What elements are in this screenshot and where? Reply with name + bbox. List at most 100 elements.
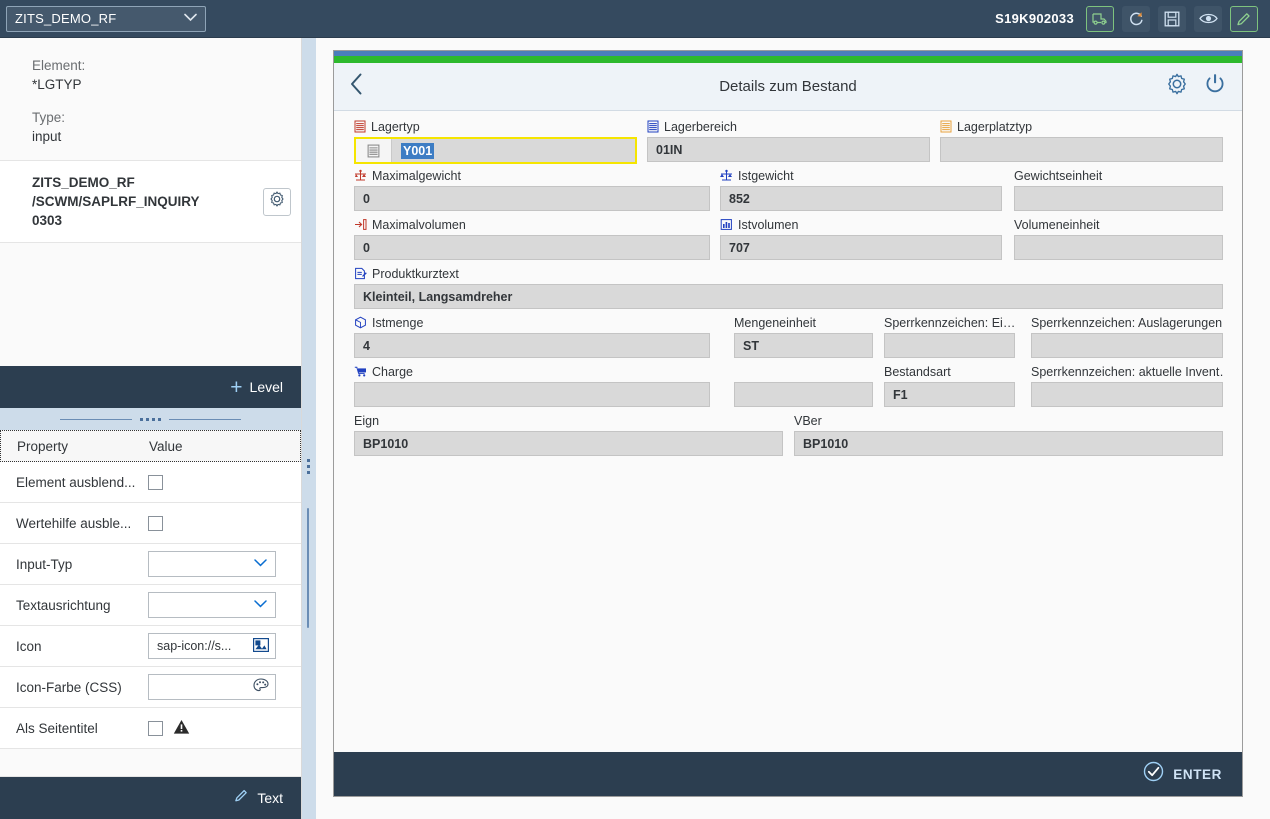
input-lagerbereich[interactable]: 01IN — [647, 137, 930, 162]
input-charge-secondary[interactable] — [734, 382, 873, 407]
input-maximalvolumen[interactable]: 0 — [354, 235, 710, 260]
select-input-typ[interactable] — [148, 551, 276, 577]
input-produktkurztext[interactable]: Kleinteil, Langsamdreher — [354, 284, 1223, 309]
input-sperrkennzeichen-auslagerungen[interactable] — [1031, 333, 1223, 358]
table-row[interactable]: Textausrichtung — [0, 585, 301, 626]
box-icon — [354, 316, 367, 329]
color-palette-icon[interactable] — [253, 678, 269, 696]
field-label: Istvolumen — [720, 216, 1002, 233]
preview-button[interactable] — [1194, 5, 1222, 32]
table-row[interactable]: Element ausblend... — [0, 462, 301, 503]
property-value — [148, 674, 301, 700]
input-istgewicht[interactable]: 852 — [720, 186, 1002, 211]
enter-button[interactable]: ENTER — [1143, 761, 1222, 787]
property-name: Element ausblend... — [16, 474, 136, 490]
top-toolbar: ZITS_DEMO_RF S19K902033 — [0, 0, 1270, 38]
element-value: *LGTYP — [32, 77, 82, 92]
property-value: sap-icon://s... — [148, 633, 301, 659]
transport-button[interactable] — [1086, 5, 1114, 32]
scale-icon — [354, 169, 367, 182]
note-icon — [354, 267, 367, 280]
input-lagerplatztyp[interactable] — [940, 137, 1223, 162]
checkbox-wertehilfe-ausblenden[interactable] — [148, 515, 163, 531]
field-label: Eign — [354, 412, 783, 429]
field-label: Charge — [354, 363, 710, 380]
field-label-text: Lagerbereich — [664, 119, 737, 134]
input-sperrkennzeichen-inventur[interactable] — [1031, 382, 1223, 407]
input-eign[interactable]: BP1010 — [354, 431, 783, 456]
field-charge-secondary — [734, 363, 873, 407]
table-row[interactable]: Als Seitentitel — [0, 708, 301, 749]
input-vber[interactable]: BP1010 — [794, 431, 1223, 456]
horizontal-splitter[interactable] — [0, 408, 301, 430]
volume-icon — [354, 218, 367, 231]
input-istvolumen-value: 707 — [729, 240, 750, 255]
main-area: Details zum Bestand Lagertyp Y001 Lagerb… — [316, 38, 1270, 819]
checkbox-element-ausblenden[interactable] — [148, 474, 163, 490]
vertical-splitter[interactable] — [302, 38, 316, 819]
table-row[interactable]: Input-Typ — [0, 544, 301, 585]
table-row[interactable]: Icon-Farbe (CSS) — [0, 667, 301, 708]
field-label-text: Sperrkennzeichen: Auslagerungen — [1031, 315, 1223, 330]
add-level-button[interactable]: + Level — [0, 366, 301, 408]
input-icon-uri[interactable]: sap-icon://s... — [148, 633, 276, 659]
rack-icon — [647, 120, 659, 133]
input-maximalgewicht[interactable]: 0 — [354, 186, 710, 211]
input-istmenge[interactable]: 4 — [354, 333, 710, 358]
table-row[interactable]: Wertehilfe ausble... — [0, 503, 301, 544]
property-value — [148, 515, 301, 531]
image-picker-icon[interactable] — [253, 637, 270, 655]
scale-icon — [720, 169, 733, 182]
save-icon — [1164, 11, 1180, 27]
field-charge: Charge — [354, 363, 710, 407]
plus-icon: + — [230, 375, 243, 399]
property-name: Icon — [16, 638, 42, 654]
field-label-text: Gewichtseinheit — [1014, 168, 1103, 183]
field-label: Gewichtseinheit — [1014, 167, 1223, 184]
refresh-button[interactable] — [1122, 5, 1150, 32]
text-button[interactable]: Text — [0, 777, 301, 819]
input-sperrkennzeichen-einlagerungen[interactable] — [884, 333, 1015, 358]
input-bestandsart[interactable]: F1 — [884, 382, 1015, 407]
input-volumeneinheit[interactable] — [1014, 235, 1223, 260]
table-row[interactable]: Icon sap-icon://s... — [0, 626, 301, 667]
project-selector[interactable]: ZITS_DEMO_RF — [6, 5, 206, 32]
select-textausrichtung[interactable] — [148, 592, 276, 618]
field-label: Istmenge — [354, 314, 710, 331]
input-lagertyp[interactable]: Y001 — [354, 137, 637, 164]
back-button[interactable] — [350, 73, 363, 100]
save-button[interactable] — [1158, 5, 1186, 32]
field-label: Sperrkennzeichen: Ei… — [884, 314, 1015, 331]
input-istvolumen[interactable]: 707 — [720, 235, 1002, 260]
type-value: input — [32, 129, 62, 144]
value-help-icon[interactable] — [356, 139, 392, 162]
screen-reference-card[interactable]: ZITS_DEMO_RF /SCWM/SAPLRF_INQUIRY 0303 — [0, 160, 301, 243]
edit-button[interactable] — [1230, 5, 1258, 32]
input-lagertyp-value: Y001 — [401, 142, 435, 159]
field-label: Sperrkennzeichen: aktuelle Invent… — [1031, 363, 1223, 380]
device-settings-button[interactable] — [1166, 73, 1188, 100]
rack-icon — [940, 120, 952, 133]
input-charge[interactable] — [354, 382, 710, 407]
page-title: Details zum Bestand — [719, 78, 857, 95]
top-toolbar-actions: S19K902033 — [995, 5, 1270, 32]
device-header-actions — [1166, 73, 1226, 100]
property-value — [148, 474, 301, 490]
field-label-text: Istvolumen — [738, 217, 799, 232]
property-value — [148, 592, 301, 618]
field-label-text: Eign — [354, 413, 380, 428]
checkbox-als-seitentitel[interactable] — [148, 720, 163, 736]
input-mengeneinheit[interactable]: ST — [734, 333, 873, 358]
sidebar-scrollbar-thumb[interactable] — [307, 508, 309, 628]
field-label: Istgewicht — [720, 167, 1002, 184]
input-gewichtseinheit[interactable] — [1014, 186, 1223, 211]
logoff-button[interactable] — [1204, 73, 1226, 100]
screen-ref-line2: /SCWM/SAPLRF_INQUIRY — [32, 194, 200, 209]
field-gewichtseinheit: Gewichtseinheit — [1014, 167, 1223, 211]
column-header-value: Value — [149, 438, 183, 454]
screen-settings-button[interactable] — [263, 187, 291, 216]
input-produktkurztext-value: Kleinteil, Langsamdreher — [363, 289, 513, 304]
element-label: Element: — [32, 58, 86, 73]
input-icon-farbe[interactable] — [148, 674, 276, 700]
truck-icon — [1091, 11, 1109, 26]
